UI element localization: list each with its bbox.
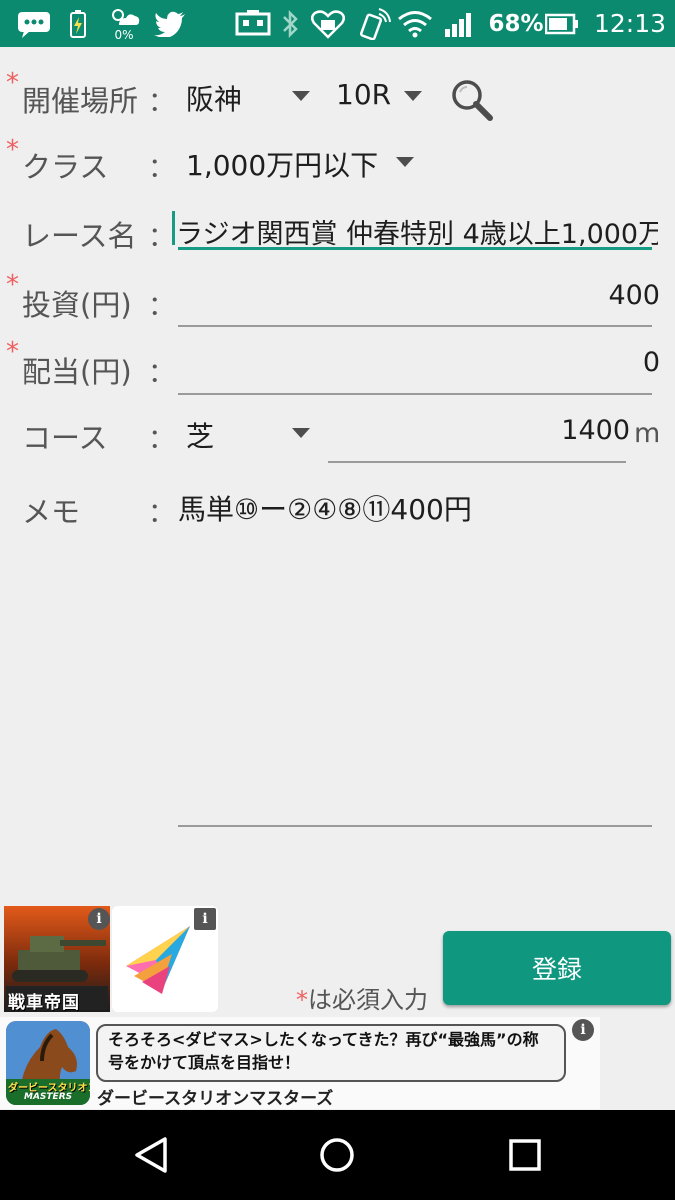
investment-colon: ：	[148, 291, 175, 322]
battery-icon	[544, 0, 580, 47]
investment-value: 400	[608, 280, 660, 311]
twitter-icon	[152, 0, 188, 47]
investment-underline	[178, 325, 652, 327]
memo-underline	[178, 825, 652, 827]
required-marker: *	[6, 135, 19, 165]
ad-tile-tank-game[interactable]: 戦車帝国 i	[4, 906, 110, 1012]
chevron-down-icon	[292, 91, 310, 101]
robot-face-icon	[234, 0, 272, 47]
derby-icon-sub: MASTERS	[24, 1092, 73, 1102]
ad-info-icon[interactable]: i	[88, 908, 110, 930]
required-note-star: *	[296, 986, 308, 1014]
venue-label: 開催場所	[22, 84, 139, 118]
ad-app-name: ダービースタリオンマスターズ	[97, 1089, 334, 1109]
heart-mail-icon	[308, 0, 348, 47]
payout-value: 0	[642, 347, 660, 378]
search-button[interactable]	[448, 76, 494, 122]
cloud-percent: 0%	[114, 27, 134, 42]
race-name-colon: ：	[148, 222, 175, 253]
back-icon	[135, 1137, 167, 1173]
register-label: 登録	[531, 955, 582, 984]
surface-value: 芝	[186, 420, 215, 453]
required-marker: *	[6, 68, 19, 98]
required-marker: *	[6, 270, 19, 300]
signal-icon	[442, 0, 476, 47]
battery-percent: 68%	[488, 10, 544, 37]
race-name-value: ラジオ関西賞 仲春特別 4歳以上1,000万円以下	[176, 219, 658, 250]
surface-select[interactable]: 芝	[180, 411, 320, 455]
battery-charging-icon	[64, 0, 92, 47]
back-button[interactable]	[126, 1130, 176, 1180]
distance-unit: m	[634, 418, 661, 449]
required-note-text: は必須入力	[308, 986, 428, 1014]
class-value: 1,000万円以下	[186, 149, 379, 182]
status-bar: 0% 68% 12:13	[0, 0, 675, 47]
ad-tile-paper-plane[interactable]: i	[112, 906, 218, 1012]
distance-underline	[328, 461, 626, 463]
memo-colon: ：	[148, 498, 175, 529]
course-colon: ：	[148, 424, 175, 455]
search-icon	[452, 80, 493, 121]
ad-info-icon[interactable]: i	[194, 908, 216, 930]
payout-colon: ：	[148, 358, 175, 389]
race-number-select[interactable]: 10R	[330, 74, 430, 118]
payout-underline	[178, 393, 652, 395]
class-colon: ：	[148, 153, 175, 184]
class-select[interactable]: 1,000万円以下	[180, 140, 420, 184]
payout-input[interactable]: 0	[178, 345, 662, 393]
derby-app-icon: ダービースタリオン MASTERS	[6, 1021, 90, 1105]
race-name-label: レース名	[22, 219, 137, 253]
chevron-down-icon	[292, 428, 310, 438]
home-icon	[320, 1138, 354, 1172]
required-note: *は必須入力	[296, 980, 428, 1015]
recents-button[interactable]	[500, 1130, 550, 1180]
class-label: クラス	[22, 150, 109, 184]
memo-label: メモ	[22, 495, 81, 529]
course-label: コース	[22, 421, 108, 455]
chevron-down-icon	[396, 157, 414, 167]
race-name-underline	[178, 247, 652, 250]
wifi-icon	[396, 0, 434, 47]
clock: 12:13	[593, 9, 667, 38]
venue-value: 阪神	[186, 83, 243, 116]
message-icon	[14, 0, 54, 47]
venue-select[interactable]: 阪神	[180, 74, 316, 118]
race-name-input[interactable]: ラジオ関西賞 仲春特別 4歳以上1,000万円以下	[172, 210, 658, 250]
chevron-down-icon	[404, 91, 422, 101]
recents-icon	[509, 1139, 541, 1171]
navigation-bar	[0, 1110, 675, 1200]
memo-textarea[interactable]: 馬単⑩ー②④⑧⑪400円	[178, 486, 662, 824]
distance-value: 1400	[561, 415, 630, 446]
venue-colon: ：	[148, 87, 175, 118]
bluetooth-icon	[278, 0, 302, 47]
nfc-phone-icon	[354, 0, 394, 47]
text-cursor	[172, 211, 175, 245]
distance-input[interactable]: 1400	[330, 413, 630, 459]
tank-game-title: 戦車帝国	[8, 993, 80, 1012]
register-button[interactable]: 登録	[443, 931, 671, 1005]
weather-icon: 0%	[104, 0, 144, 47]
memo-value: 馬単⑩ー②④⑧⑪400円	[178, 493, 472, 526]
ad-headline: そろそろ<ダビマス>したくなってきた？再び“最強馬”の称号をかけて頂点を目指せ！	[96, 1024, 566, 1082]
race-number-value: 10R	[336, 78, 392, 111]
investment-label: 投資(円)	[22, 288, 132, 322]
ad-info-icon[interactable]: i	[572, 1019, 594, 1041]
investment-input[interactable]: 400	[178, 278, 662, 326]
home-button[interactable]	[312, 1130, 362, 1180]
payout-label: 配当(円)	[22, 355, 132, 389]
required-marker: *	[6, 337, 19, 367]
